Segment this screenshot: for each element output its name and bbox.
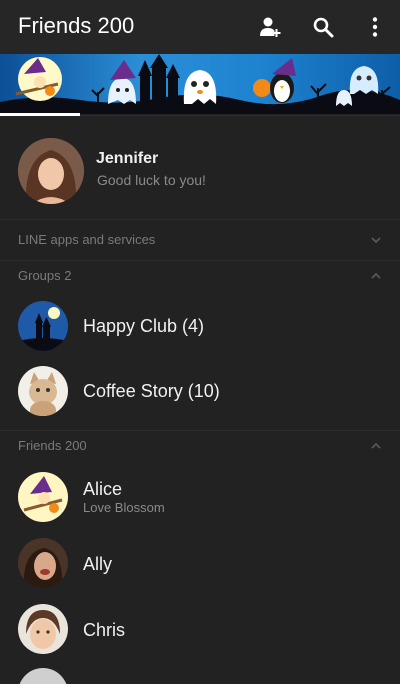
list-item[interactable]: Chris bbox=[0, 596, 400, 662]
list-item[interactable]: Ally bbox=[0, 530, 400, 596]
page-title: Friends 200 bbox=[18, 13, 135, 38]
friend-avatar bbox=[18, 604, 68, 654]
more-icon[interactable] bbox=[363, 15, 387, 39]
section-title: Groups 2 bbox=[18, 268, 72, 283]
chevron-up-icon bbox=[371, 272, 381, 279]
friend-status: Love Blossom bbox=[83, 500, 165, 515]
ghost-sticker bbox=[183, 70, 217, 104]
list-item[interactable]: Happy Club (4) bbox=[0, 294, 400, 358]
friend-name: Alice bbox=[83, 479, 123, 499]
section-title: Friends 200 bbox=[18, 438, 87, 453]
group-name: Coffee Story (10) bbox=[83, 381, 220, 401]
list-item[interactable]: Alice Love Blossom bbox=[0, 465, 400, 529]
friend-name: Ally bbox=[83, 554, 113, 574]
section-title: LINE apps and services bbox=[18, 232, 156, 247]
profile-status: Good luck to you! bbox=[97, 172, 206, 188]
profile-name: Jennifer bbox=[96, 150, 159, 167]
chevron-down-icon bbox=[371, 237, 381, 244]
friend-avatar bbox=[18, 472, 68, 522]
friend-name: Chris bbox=[83, 620, 126, 640]
sticker-banner[interactable] bbox=[0, 54, 400, 114]
friend-avatar bbox=[18, 668, 68, 684]
my-profile-row[interactable]: Jennifer Good luck to you! bbox=[0, 128, 400, 216]
section-header-line-apps[interactable]: LINE apps and services bbox=[0, 220, 400, 260]
group-name: Happy Club (4) bbox=[83, 316, 205, 336]
search-icon[interactable] bbox=[311, 15, 335, 39]
ghost-witch-sticker bbox=[108, 60, 136, 104]
section-header-groups[interactable]: Groups 2 bbox=[0, 261, 400, 291]
section-header-friends[interactable]: Friends 200 bbox=[0, 431, 400, 461]
friend-avatar bbox=[18, 538, 68, 588]
chevron-up-icon bbox=[371, 442, 381, 449]
witch-sticker bbox=[15, 57, 62, 101]
add-friend-icon[interactable] bbox=[258, 15, 282, 39]
group-avatar bbox=[18, 366, 68, 416]
app-header: Friends 200 bbox=[0, 0, 400, 54]
avatar bbox=[18, 138, 84, 204]
halloween-banner-art bbox=[0, 54, 400, 114]
group-avatar bbox=[18, 301, 68, 351]
penguin-witch-sticker bbox=[253, 58, 296, 103]
list-item[interactable] bbox=[0, 662, 400, 684]
selected-tab-indicator bbox=[0, 113, 80, 116]
list-item[interactable]: Coffee Story (10) bbox=[0, 358, 400, 424]
